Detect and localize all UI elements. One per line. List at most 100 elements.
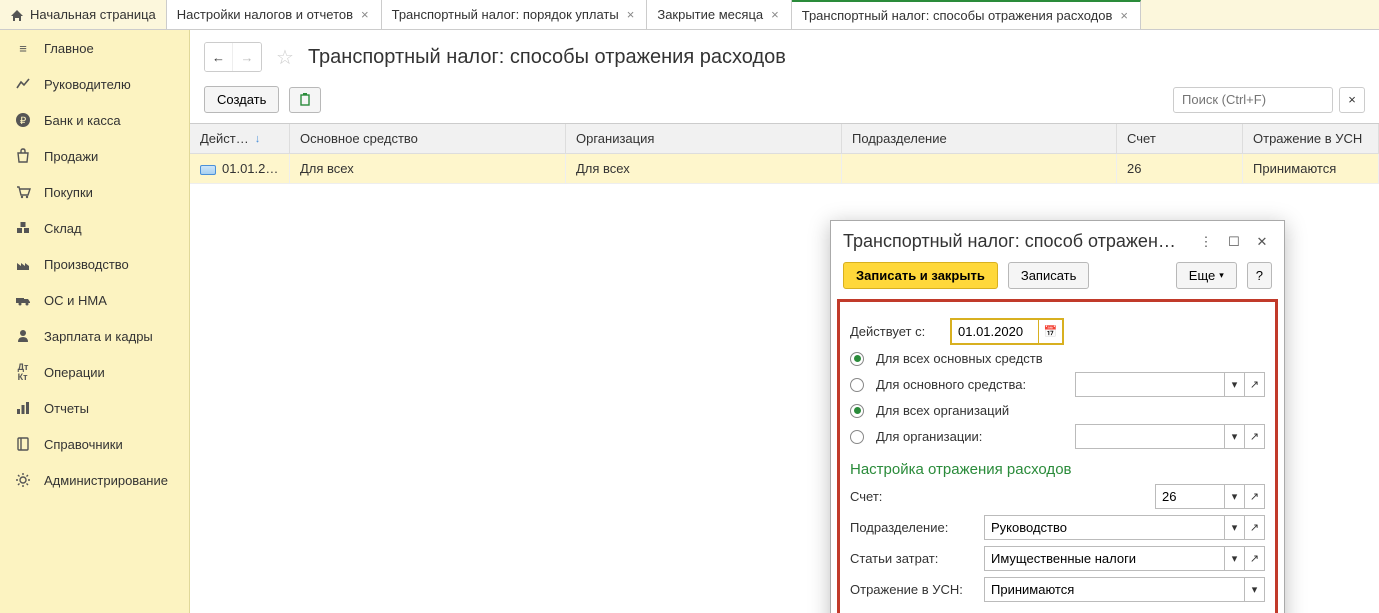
boxes-icon xyxy=(14,219,32,237)
dropdown-button[interactable]: ▾ xyxy=(1245,577,1265,602)
radio-for-org[interactable] xyxy=(850,430,864,444)
active-from-label: Действует с: xyxy=(850,324,942,339)
gear-icon xyxy=(14,471,32,489)
sidebar-item-label: Отчеты xyxy=(44,401,89,416)
back-button[interactable]: ← xyxy=(205,43,233,71)
dropdown-button[interactable]: ▾ xyxy=(1225,484,1245,509)
bag-icon xyxy=(14,147,32,165)
search-input[interactable] xyxy=(1173,87,1333,113)
sidebar-item-label: Операции xyxy=(44,365,105,380)
tab-label: Транспортный налог: порядок уплаты xyxy=(392,7,619,22)
more-button[interactable]: Еще▾ xyxy=(1176,262,1237,289)
refresh-button[interactable] xyxy=(289,87,321,113)
chevron-down-icon: ▾ xyxy=(1219,270,1224,281)
sidebar-item-label: Продажи xyxy=(44,149,98,164)
close-icon[interactable]: ✕ xyxy=(1252,232,1272,252)
account-input[interactable] xyxy=(1155,484,1225,509)
org-input[interactable] xyxy=(1075,424,1225,449)
sidebar-item-label: Справочники xyxy=(44,437,123,452)
account-label: Счет: xyxy=(850,489,976,504)
book-icon xyxy=(14,435,32,453)
tab-home[interactable]: Начальная страница xyxy=(0,0,167,29)
active-from-input[interactable] xyxy=(952,320,1038,343)
close-icon[interactable]: × xyxy=(769,7,781,22)
clear-search-button[interactable]: × xyxy=(1339,87,1365,113)
sidebar-item-manager[interactable]: Руководителю xyxy=(0,66,189,102)
sort-icon: ↓ xyxy=(255,133,261,145)
close-icon[interactable]: × xyxy=(1118,8,1130,23)
open-button[interactable]: ↗ xyxy=(1245,515,1265,540)
dept-input[interactable] xyxy=(984,515,1225,540)
more-icon[interactable]: ⋮ xyxy=(1196,232,1216,252)
sidebar-item-label: ОС и НМА xyxy=(44,293,107,308)
radio-label: Для основного средства: xyxy=(876,377,1026,392)
open-button[interactable]: ↗ xyxy=(1245,546,1265,571)
asset-input[interactable] xyxy=(1075,372,1225,397)
cost-input[interactable] xyxy=(984,546,1225,571)
dropdown-button[interactable]: ▾ xyxy=(1225,372,1245,397)
data-table: Дейст…↓ Основное средство Организация По… xyxy=(190,123,1379,184)
column-header[interactable]: Отражение в УСН xyxy=(1243,124,1379,153)
radio-for-asset[interactable] xyxy=(850,378,864,392)
column-header[interactable]: Счет xyxy=(1117,124,1243,153)
sidebar-item-label: Склад xyxy=(44,221,82,236)
page-title: Транспортный налог: способы отражения ра… xyxy=(308,46,786,69)
cart-icon xyxy=(14,183,32,201)
sidebar-item-catalogs[interactable]: Справочники xyxy=(0,426,189,462)
create-button[interactable]: Создать xyxy=(204,86,279,113)
sidebar-item-main[interactable]: ≡ Главное xyxy=(0,30,189,66)
truck-icon xyxy=(14,291,32,309)
sidebar-item-label: Администрирование xyxy=(44,473,168,488)
maximize-icon[interactable]: ☐ xyxy=(1224,232,1244,252)
sidebar-item-assets[interactable]: ОС и НМА xyxy=(0,282,189,318)
menu-icon: ≡ xyxy=(14,39,32,57)
sidebar-item-purchases[interactable]: Покупки xyxy=(0,174,189,210)
sidebar-item-admin[interactable]: Администрирование xyxy=(0,462,189,498)
tab-transport-payment[interactable]: Транспортный налог: порядок уплаты × xyxy=(382,0,648,29)
calendar-icon[interactable]: 📅 xyxy=(1038,320,1062,343)
open-button[interactable]: ↗ xyxy=(1245,372,1265,397)
forward-button[interactable]: → xyxy=(233,43,261,71)
table-row[interactable]: 01.01.2… Для всех Для всех 26 Принимаютс… xyxy=(190,154,1379,184)
home-icon xyxy=(10,8,24,22)
close-icon[interactable]: × xyxy=(359,7,371,22)
radio-label: Для всех основных средств xyxy=(876,351,1043,366)
radio-all-assets[interactable] xyxy=(850,352,864,366)
sidebar-item-label: Главное xyxy=(44,41,94,56)
radio-label: Для всех организаций xyxy=(876,403,1009,418)
dropdown-button[interactable]: ▾ xyxy=(1225,546,1245,571)
dropdown-button[interactable]: ▾ xyxy=(1225,515,1245,540)
sidebar-item-sales[interactable]: Продажи xyxy=(0,138,189,174)
dropdown-button[interactable]: ▾ xyxy=(1225,424,1245,449)
chart-icon xyxy=(14,75,32,93)
column-header[interactable]: Подразделение xyxy=(842,124,1117,153)
close-icon[interactable]: × xyxy=(625,7,637,22)
save-button[interactable]: Записать xyxy=(1008,262,1090,289)
row-icon xyxy=(200,165,216,175)
sidebar-item-warehouse[interactable]: Склад xyxy=(0,210,189,246)
dept-label: Подразделение: xyxy=(850,520,976,535)
column-header[interactable]: Основное средство xyxy=(290,124,566,153)
radio-all-orgs[interactable] xyxy=(850,404,864,418)
star-icon[interactable]: ☆ xyxy=(276,45,294,70)
column-header[interactable]: Дейст…↓ xyxy=(190,124,290,153)
sidebar-item-production[interactable]: Производство xyxy=(0,246,189,282)
column-header[interactable]: Организация xyxy=(566,124,842,153)
sidebar-item-reports[interactable]: Отчеты xyxy=(0,390,189,426)
tab-transport-expenses[interactable]: Транспортный налог: способы отражения ра… xyxy=(792,0,1141,29)
sidebar-item-label: Покупки xyxy=(44,185,93,200)
sidebar-item-operations[interactable]: ДтКтОперации xyxy=(0,354,189,390)
tab-label: Начальная страница xyxy=(30,7,156,22)
help-button[interactable]: ? xyxy=(1247,262,1272,289)
tab-settings[interactable]: Настройки налогов и отчетов × xyxy=(167,0,382,29)
save-close-button[interactable]: Записать и закрыть xyxy=(843,262,998,289)
dialog-window: Транспортный налог: способ отражен… ⋮ ☐ … xyxy=(830,220,1285,613)
open-button[interactable]: ↗ xyxy=(1245,484,1265,509)
tab-label: Закрытие месяца xyxy=(657,7,763,22)
factory-icon xyxy=(14,255,32,273)
sidebar-item-salary[interactable]: Зарплата и кадры xyxy=(0,318,189,354)
open-button[interactable]: ↗ xyxy=(1245,424,1265,449)
tab-month-close[interactable]: Закрытие месяца × xyxy=(647,0,791,29)
sidebar-item-bank[interactable]: ₽Банк и касса xyxy=(0,102,189,138)
usn-input[interactable] xyxy=(984,577,1245,602)
